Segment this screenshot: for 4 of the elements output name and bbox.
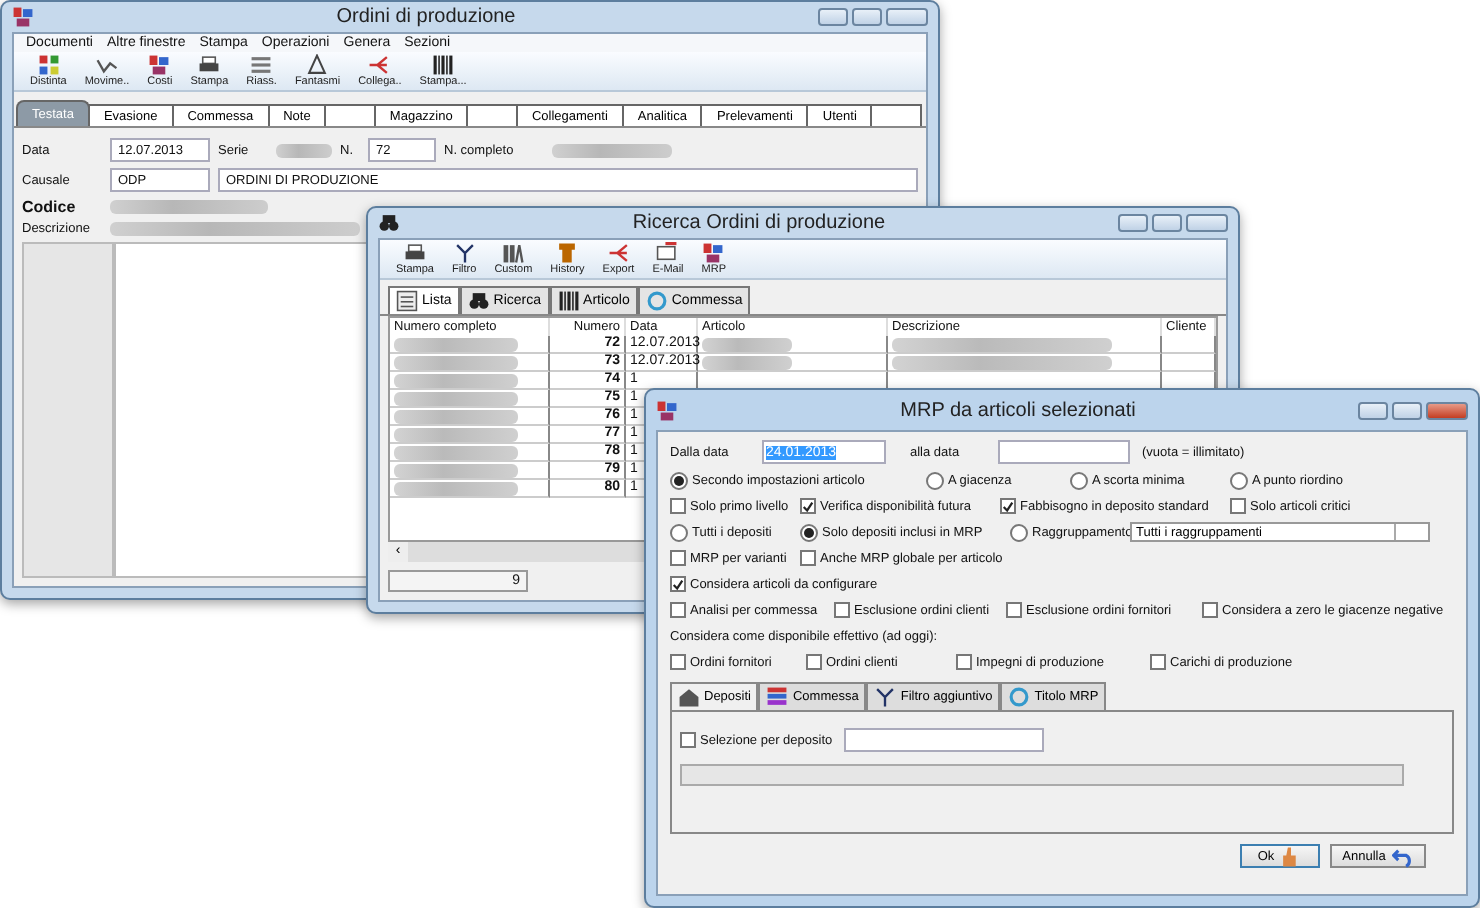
window-title: Ricerca Ordini di produzione xyxy=(630,212,888,234)
window-title: MRP da articoli selezionati xyxy=(898,399,1138,421)
window-title: Ordini di produzione xyxy=(334,6,518,28)
field-label: Codice xyxy=(22,198,78,216)
